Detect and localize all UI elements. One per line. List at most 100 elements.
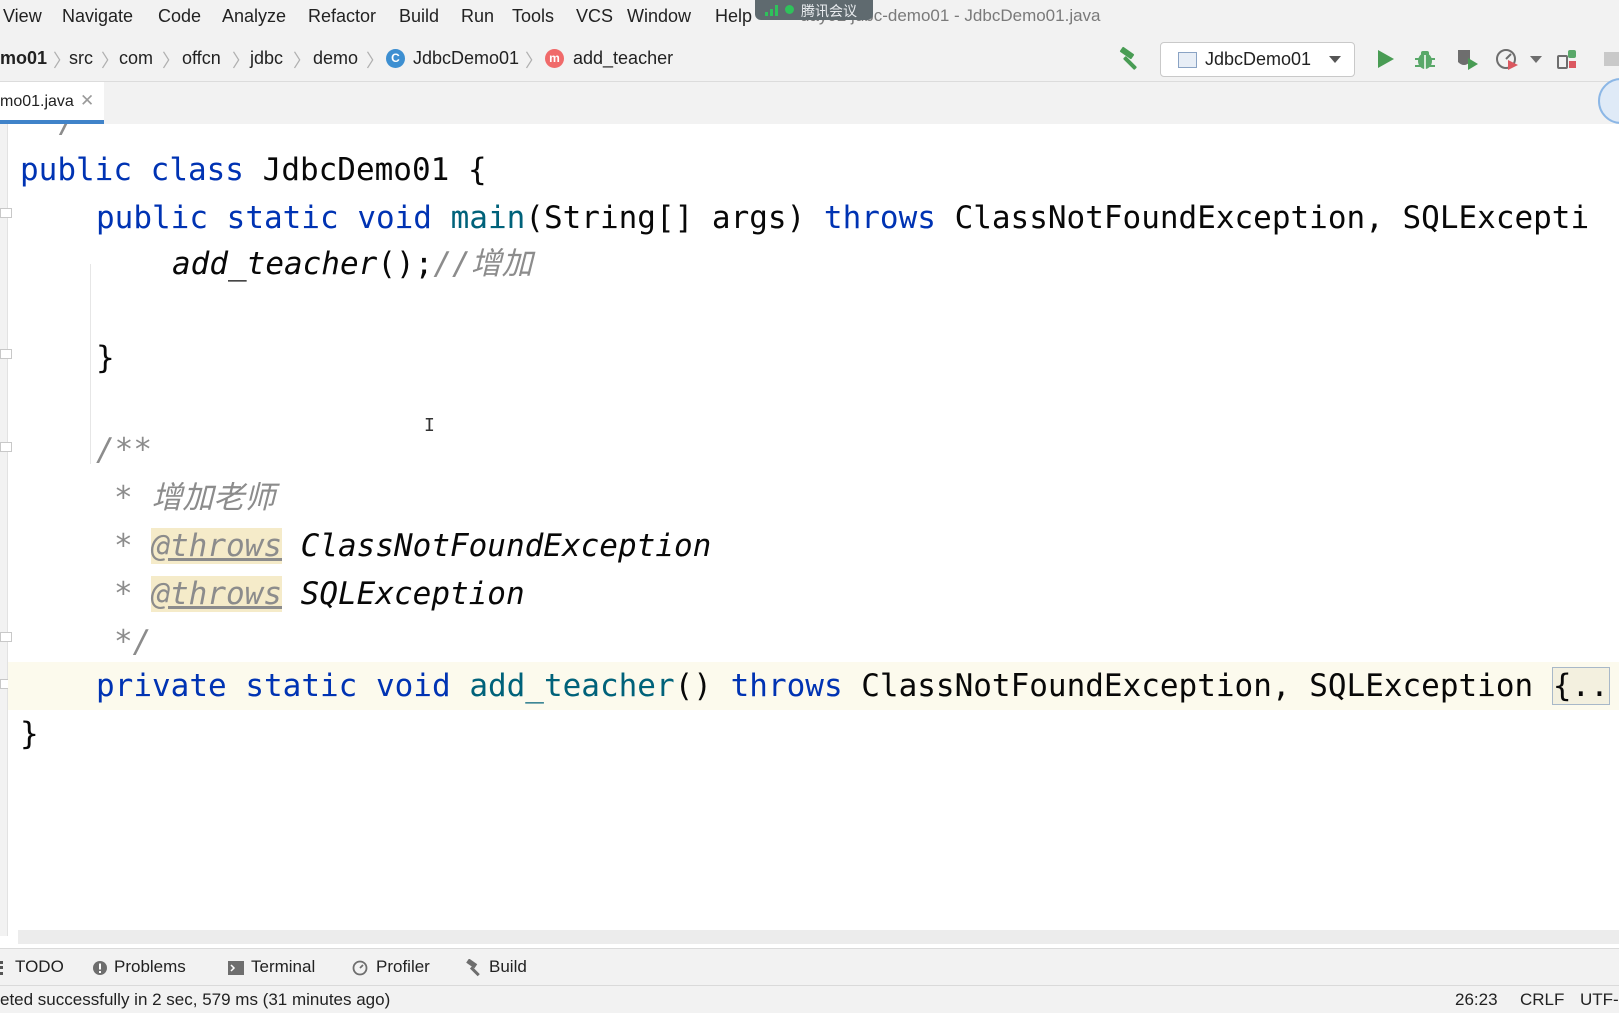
chevron-right-icon: 〉 [101, 51, 119, 71]
tool-profiler[interactable]: Profiler [352, 957, 430, 977]
build-hammer-icon[interactable] [1116, 46, 1142, 72]
file-encoding[interactable]: UTF- [1580, 990, 1619, 1010]
code-line-javadoc-throws-1: * @throws ClassNotFoundException [114, 522, 711, 570]
keyword: public [96, 200, 208, 236]
stop-icon[interactable] [1600, 46, 1619, 72]
javadoc-throws-tag: @throws [151, 576, 282, 612]
tool-profiler-label: Profiler [376, 957, 430, 976]
meeting-label: 腾讯会议 [801, 3, 857, 19]
hammer-icon [466, 958, 480, 976]
menu-view[interactable]: View [3, 6, 42, 27]
keyword: void [375, 668, 451, 704]
keyword: class [150, 152, 244, 188]
tool-problems[interactable]: Problems [92, 957, 186, 977]
code-line-final-brace: } [20, 716, 39, 752]
chevron-right-icon: 〉 [162, 51, 180, 71]
code-line-javadoc-close: */ [114, 624, 152, 660]
meeting-badge[interactable]: 腾讯会议 [755, 0, 873, 20]
inline-comment: //增加 [433, 246, 533, 282]
text-cursor-icon: I [424, 415, 435, 436]
method-call-name: add_teacher [172, 246, 378, 282]
breadcrumb-method[interactable]: add_teacher [573, 48, 673, 69]
tab-label: mo01.java [0, 93, 74, 110]
run-icon[interactable] [1372, 46, 1398, 72]
line-separator[interactable]: CRLF [1520, 990, 1564, 1010]
code-line-javadoc-description: * 增加老师 [114, 480, 276, 516]
breadcrumb-com[interactable]: com [119, 48, 153, 69]
recording-dot-icon [785, 5, 794, 14]
menu-vcs[interactable]: VCS [576, 6, 613, 27]
menu-code[interactable]: Code [158, 6, 201, 27]
more-actions-dropdown-icon[interactable] [1528, 46, 1544, 72]
chevron-right-icon: 〉 [366, 51, 384, 71]
javadoc-throws-tag: @throws [151, 528, 282, 564]
menu-build[interactable]: Build [399, 6, 439, 27]
run-configuration-label: JdbcDemo01 [1205, 49, 1312, 69]
tool-terminal[interactable]: Terminal [227, 957, 315, 977]
debug-icon[interactable] [1412, 46, 1438, 72]
breadcrumb-src[interactable]: src [69, 48, 93, 69]
breadcrumb-class[interactable]: JdbcDemo01 [413, 48, 519, 69]
tool-build[interactable]: Build [465, 957, 527, 977]
javadoc-star: * [114, 576, 133, 612]
profiler-icon [352, 960, 368, 975]
tool-terminal-label: Terminal [251, 957, 316, 976]
menu-analyze[interactable]: Analyze [222, 6, 286, 27]
attach-debugger-icon[interactable] [1554, 46, 1580, 72]
application-icon [1178, 52, 1197, 68]
menu-window[interactable]: Window [627, 6, 691, 27]
tab-jdbcdemo01-java[interactable]: mo01.java ✕ [0, 82, 104, 124]
fold-marker-icon[interactable] [0, 208, 12, 218]
menu-bar: View Navigate Code Analyze Refactor Buil… [0, 0, 1619, 36]
signal-icon [765, 5, 778, 16]
run-configuration-select[interactable]: JdbcDemo01 [1160, 42, 1355, 77]
code-exceptions: ClassNotFoundException, SQLException [842, 668, 1552, 704]
class-name: JdbcDemo01 [262, 152, 450, 188]
code-params: () [674, 668, 731, 704]
chevron-right-icon: 〉 [525, 51, 543, 71]
terminal-icon [228, 960, 244, 975]
chevron-right-icon: 〉 [293, 51, 311, 71]
menu-help[interactable]: Help [715, 6, 752, 27]
fold-marker-icon[interactable] [0, 442, 12, 452]
breadcrumb-project[interactable]: mo01 [0, 48, 47, 69]
javadoc-star: * [114, 528, 133, 564]
keyword: public [20, 152, 132, 188]
coverage-icon[interactable] [1454, 46, 1480, 72]
editor-tab-bar: mo01.java ✕ [0, 82, 1619, 125]
fold-marker-icon[interactable] [0, 632, 12, 642]
tool-problems-label: Problems [114, 957, 186, 976]
menu-tools[interactable]: Tools [512, 6, 554, 27]
caret-position[interactable]: 26:23 [1455, 990, 1498, 1010]
close-icon[interactable]: ✕ [80, 91, 94, 111]
code-editor[interactable]: */ public class JdbcDemo01 { public stat… [0, 124, 1619, 936]
fold-marker-icon[interactable] [0, 349, 12, 359]
javadoc-exception: SQLException [300, 576, 525, 612]
javadoc-exception: ClassNotFoundException [300, 528, 712, 564]
code-params: (String[] args) [525, 200, 824, 236]
keyword: throws [823, 200, 936, 236]
code-line-comment-end: */ [40, 124, 77, 146]
keyword: private [96, 668, 227, 704]
breadcrumb-demo[interactable]: demo [313, 48, 358, 69]
code-exceptions: ClassNotFoundException, SQLExcepti [935, 200, 1590, 236]
keyword: static [226, 200, 339, 236]
keyword: static [245, 668, 358, 704]
editor-gutter [0, 124, 8, 936]
breadcrumb-jdbc[interactable]: jdbc [250, 48, 283, 69]
menu-navigate[interactable]: Navigate [62, 6, 133, 27]
profile-icon[interactable] [1494, 46, 1520, 72]
chevron-down-icon [1329, 56, 1341, 63]
code-line-add-teacher-declaration: private static void add_teacher() throws… [96, 662, 1610, 710]
chevron-right-icon: 〉 [232, 51, 250, 71]
tool-todo[interactable]: TODO [0, 957, 64, 977]
horizontal-scrollbar[interactable] [18, 930, 1619, 944]
menu-run[interactable]: Run [461, 6, 494, 27]
code-line-javadoc-open: /** [96, 432, 152, 468]
breadcrumb-offcn[interactable]: offcn [182, 48, 221, 69]
folded-code-block[interactable]: {.. [1551, 667, 1610, 705]
menu-refactor[interactable]: Refactor [308, 6, 376, 27]
method-name: add_teacher [469, 668, 675, 704]
tool-window-bar: TODO Problems Terminal Profiler Build [0, 948, 1619, 985]
code-punctuation: { [449, 152, 487, 188]
